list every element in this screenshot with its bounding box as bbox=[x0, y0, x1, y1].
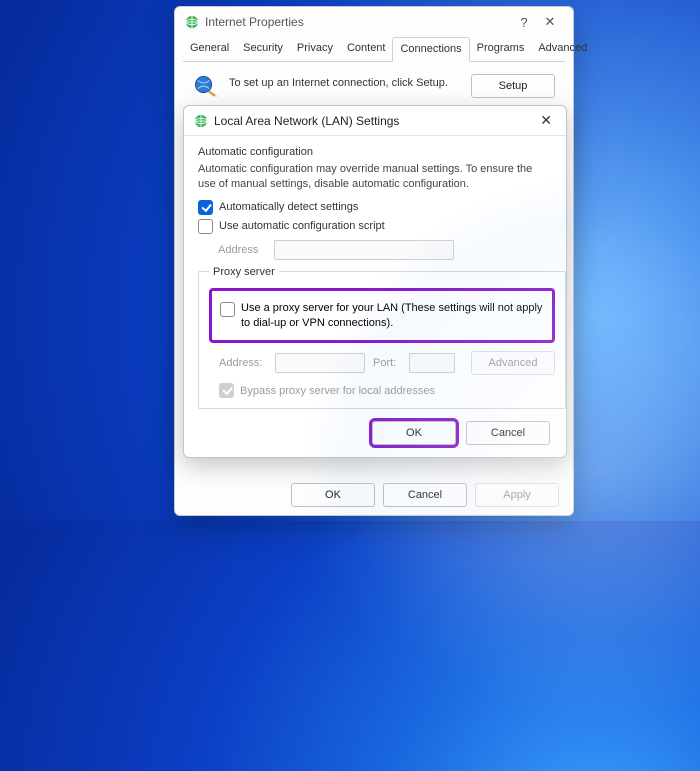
lan-titlebar: Local Area Network (LAN) Settings ✕ bbox=[184, 106, 566, 136]
lan-ok-button[interactable]: OK bbox=[372, 421, 456, 445]
setup-button[interactable]: Setup bbox=[471, 74, 555, 98]
auto-detect-row[interactable]: Automatically detect settings bbox=[198, 200, 552, 215]
tab-advanced[interactable]: Advanced bbox=[531, 37, 594, 61]
tab-general[interactable]: General bbox=[183, 37, 236, 61]
bypass-checkbox bbox=[219, 383, 234, 398]
tab-security[interactable]: Security bbox=[236, 37, 290, 61]
close-button[interactable]: ✕ bbox=[537, 14, 563, 30]
window-title: Internet Properties bbox=[205, 15, 304, 29]
tab-strip: General Security Privacy Content Connect… bbox=[183, 37, 565, 62]
internet-options-icon bbox=[185, 15, 199, 29]
proxy-advanced-button: Advanced bbox=[471, 351, 555, 375]
globe-wand-icon bbox=[193, 74, 219, 100]
auto-config-desc: Automatic configuration may override man… bbox=[198, 162, 552, 192]
auto-address-label: Address bbox=[218, 244, 266, 256]
auto-script-address-row: Address bbox=[218, 240, 552, 260]
lan-close-button[interactable]: ✕ bbox=[536, 112, 556, 129]
auto-detect-label: Automatically detect settings bbox=[219, 201, 358, 213]
tab-privacy[interactable]: Privacy bbox=[290, 37, 340, 61]
auto-config-heading: Automatic configuration bbox=[198, 146, 552, 158]
ip-ok-button[interactable]: OK bbox=[291, 483, 375, 507]
help-button[interactable]: ? bbox=[511, 15, 537, 30]
use-proxy-checkbox[interactable] bbox=[220, 302, 235, 317]
bypass-row: Bypass proxy server for local addresses bbox=[219, 383, 555, 398]
auto-detect-checkbox[interactable] bbox=[198, 200, 213, 215]
use-proxy-highlight: Use a proxy server for your LAN (These s… bbox=[209, 288, 555, 344]
use-proxy-row[interactable]: Use a proxy server for your LAN (These s… bbox=[220, 301, 544, 331]
proxy-address-row: Address: Port: Advanced bbox=[219, 351, 555, 375]
setup-text: To set up an Internet connection, click … bbox=[229, 74, 461, 91]
auto-script-label: Use automatic configuration script bbox=[219, 220, 385, 232]
ip-footer: OK Cancel Apply bbox=[291, 483, 559, 507]
tab-content[interactable]: Content bbox=[340, 37, 393, 61]
internet-options-icon bbox=[194, 114, 208, 128]
ip-cancel-button[interactable]: Cancel bbox=[383, 483, 467, 507]
tab-programs[interactable]: Programs bbox=[470, 37, 532, 61]
proxy-port-label: Port: bbox=[373, 357, 401, 369]
lan-cancel-button[interactable]: Cancel bbox=[466, 421, 550, 445]
lan-window-title: Local Area Network (LAN) Settings bbox=[214, 114, 399, 128]
internet-properties-window: Internet Properties ? ✕ General Security… bbox=[174, 6, 574, 516]
proxy-address-label: Address: bbox=[219, 357, 267, 369]
auto-address-input bbox=[274, 240, 454, 260]
use-proxy-label: Use a proxy server for your LAN (These s… bbox=[241, 301, 544, 331]
ip-apply-button: Apply bbox=[475, 483, 559, 507]
auto-script-checkbox[interactable] bbox=[198, 219, 213, 234]
tab-connections[interactable]: Connections bbox=[392, 37, 469, 62]
proxy-heading: Proxy server bbox=[209, 266, 279, 278]
bypass-label: Bypass proxy server for local addresses bbox=[240, 385, 435, 397]
proxy-group: Proxy server Use a proxy server for your… bbox=[198, 266, 566, 410]
proxy-port-input bbox=[409, 353, 455, 373]
proxy-address-input bbox=[275, 353, 365, 373]
auto-script-row[interactable]: Use automatic configuration script bbox=[198, 219, 552, 234]
lan-settings-dialog: Local Area Network (LAN) Settings ✕ Auto… bbox=[183, 105, 567, 458]
titlebar: Internet Properties ? ✕ bbox=[175, 7, 573, 37]
setup-row: To set up an Internet connection, click … bbox=[175, 62, 573, 106]
lan-footer: OK Cancel bbox=[184, 417, 566, 447]
auto-config-group: Automatic configuration Automatic config… bbox=[198, 146, 552, 260]
